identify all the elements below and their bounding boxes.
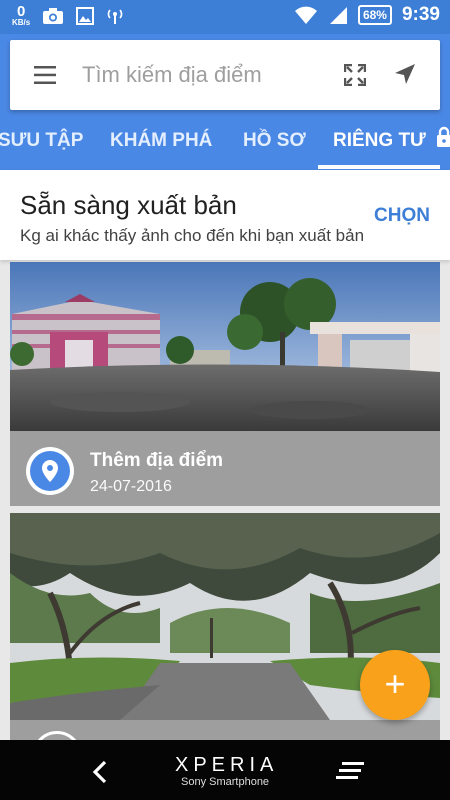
photo-card[interactable]: Thêm địa điểm 24-07-2016	[10, 262, 440, 506]
tab-explore[interactable]: KHÁM PHÁ	[110, 120, 212, 170]
add-photo-button[interactable]: +	[360, 650, 430, 720]
publish-title: Sẵn sàng xuất bản	[20, 190, 237, 220]
battery-indicator: 68%	[357, 5, 392, 25]
app-bar: Tìm kiếm địa điểm SƯU TẬP KHÁM PHÁ HỒ SƠ…	[0, 34, 450, 170]
add-place-label[interactable]: Thêm địa điểm	[90, 450, 223, 472]
publish-subtitle: Kg ai khác thấy ảnh cho đến khi bạn xuất…	[20, 226, 365, 245]
active-tab-indicator	[318, 165, 440, 169]
network-speed-value: 0	[16, 3, 26, 20]
search-box[interactable]: Tìm kiếm địa điểm	[10, 40, 440, 110]
lock-icon	[437, 126, 450, 147]
tab-collections[interactable]: SƯU TẬP	[0, 120, 83, 170]
brand-tagline: Sony Smartphone	[181, 776, 270, 788]
publish-header: Sẵn sàng xuất bản Kg ai khác thấy ảnh ch…	[0, 170, 450, 260]
system-nav-bar: XPERIA Sony Smartphone	[0, 740, 450, 800]
menu-icon[interactable]	[34, 66, 56, 84]
select-button[interactable]: CHỌN	[374, 205, 430, 227]
fullscreen-icon[interactable]	[344, 64, 366, 86]
clock: 9:39	[401, 4, 440, 25]
photo-date: 24-07-2016	[90, 478, 172, 495]
wifi-icon	[294, 6, 317, 24]
brand-logo: XPERIA	[175, 754, 279, 776]
panorama-photo[interactable]	[10, 262, 440, 431]
signal-icon	[329, 7, 347, 24]
tab-bar: SƯU TẬP KHÁM PHÁ HỒ SƠ RIÊNG TƯ	[0, 120, 450, 170]
gallery-icon	[76, 6, 95, 25]
hotspot-icon	[107, 8, 123, 24]
network-speed: 0 KB/s	[12, 4, 30, 27]
tab-private[interactable]: RIÊNG TƯ	[333, 120, 426, 170]
card-info: Thêm địa điểm 24-07-2016	[10, 431, 440, 506]
camera-icon	[43, 7, 64, 24]
search-input[interactable]: Tìm kiếm địa điểm	[82, 62, 262, 88]
back-icon[interactable]	[90, 760, 110, 784]
tab-profile[interactable]: HỒ SƠ	[243, 120, 306, 170]
status-bar: 0 KB/s 68% 9:39	[0, 0, 450, 34]
navigation-icon[interactable]	[394, 63, 416, 85]
network-speed-unit: KB/s	[12, 18, 31, 27]
recent-apps-icon[interactable]	[336, 760, 366, 782]
location-pin-icon[interactable]	[26, 447, 74, 495]
